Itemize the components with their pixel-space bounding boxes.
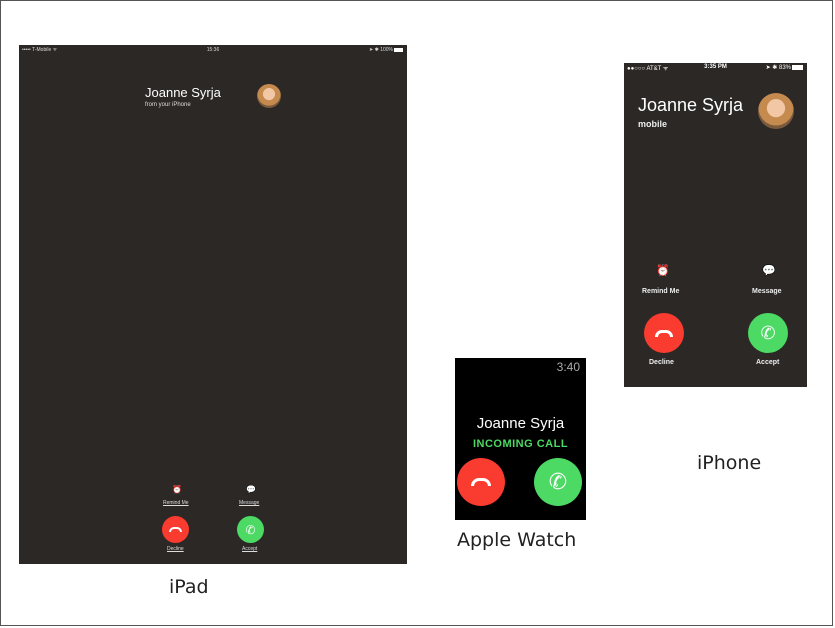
message-button[interactable]: Message — [239, 500, 259, 506]
message-icon[interactable]: 💬 — [762, 264, 776, 277]
alarm-icon[interactable]: ⏰ — [172, 485, 182, 494]
remind-me-button[interactable]: Remind Me — [642, 288, 679, 295]
message-icon[interactable]: 💬 — [246, 485, 256, 494]
caller-type: mobile — [638, 119, 668, 129]
phone-icon: ✆ — [245, 522, 256, 537]
watch-time: 3:40 — [556, 360, 580, 374]
message-button[interactable]: Message — [752, 288, 782, 295]
caller-avatar — [758, 93, 794, 129]
caller-name: Joanne Syrja — [145, 85, 221, 100]
accept-button[interactable]: ✆ — [748, 313, 788, 353]
hangup-icon — [169, 527, 182, 532]
status-right: ➤ ✱ 83% — [766, 64, 803, 71]
phone-icon: ✆ — [760, 322, 776, 343]
status-right: ➤ ✱ 100% — [369, 47, 403, 53]
battery-icon — [394, 47, 403, 52]
hangup-icon — [471, 478, 491, 486]
remind-me-button[interactable]: Remind Me — [163, 500, 189, 506]
incoming-call-status: INCOMING CALL — [472, 438, 569, 450]
accept-label: Accept — [756, 359, 780, 366]
ipad-screen: ••••• T-Mobile ᯤ 15:36 ➤ ✱ 100% Joanne S… — [19, 45, 407, 564]
decline-label: Decline — [167, 546, 184, 552]
caller-name: Joanne Syrja — [476, 415, 565, 432]
status-battery-text: ➤ ✱ 83% — [765, 65, 791, 71]
decline-button[interactable] — [644, 313, 684, 353]
decline-label: Decline — [649, 359, 674, 366]
watch-screen: 3:40 Joanne Syrja INCOMING CALL ✆ — [455, 358, 586, 520]
iphone-screen: ●●○○○ AT&T ᯤ 3:35 PM ➤ ✱ 83% Joanne Syrj… — [624, 63, 807, 387]
status-time: 15:36 — [206, 47, 220, 53]
alarm-icon[interactable]: ⏰ — [656, 264, 670, 277]
status-battery-text: ➤ ✱ 100% — [369, 47, 393, 53]
accept-label: Accept — [242, 546, 258, 552]
ipad-caption: iPad — [169, 576, 209, 598]
battery-icon — [792, 64, 803, 70]
iphone-caption: iPhone — [697, 452, 762, 474]
caller-avatar — [257, 84, 281, 108]
iphone-status-bar: ●●○○○ AT&T ᯤ 3:35 PM ➤ ✱ 83% — [624, 64, 807, 74]
watch-caption: Apple Watch — [457, 529, 577, 551]
phone-icon: ✆ — [548, 469, 568, 494]
caller-source: from your iPhone — [145, 102, 191, 108]
accept-button[interactable]: ✆ — [237, 516, 264, 543]
accept-button[interactable]: ✆ — [534, 458, 582, 506]
hangup-icon — [655, 329, 673, 337]
ipad-status-bar: ••••• T-Mobile ᯤ 15:36 ➤ ✱ 100% — [19, 47, 407, 55]
caller-name: Joanne Syrja — [638, 95, 744, 115]
decline-button[interactable] — [457, 458, 505, 506]
decline-button[interactable] — [162, 516, 189, 543]
